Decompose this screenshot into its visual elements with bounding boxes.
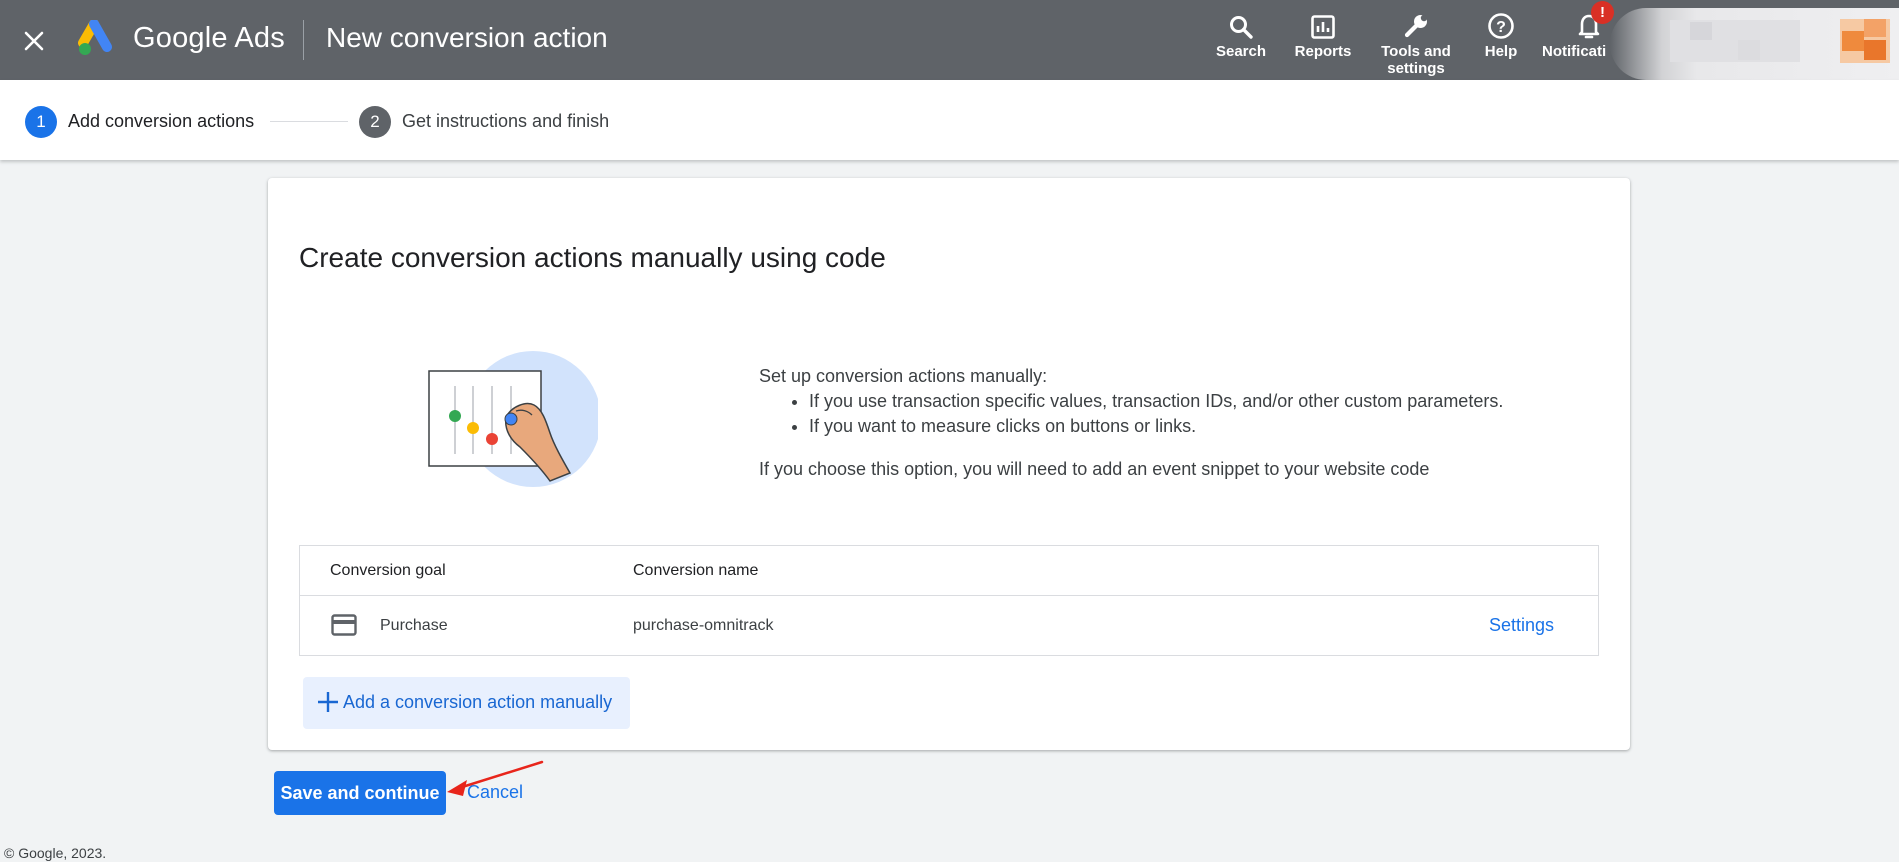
search-icon [1210,8,1272,40]
svg-text:?: ? [1496,19,1506,36]
step-2-number: 2 [359,106,391,138]
product-name: Google Ads [133,22,285,54]
reports-label: Reports [1294,43,1352,60]
copyright: © Google, 2023. [4,845,107,861]
step-2-label: Get instructions and finish [402,111,610,131]
reports-icon [1290,8,1356,40]
conversion-actions-table: Conversion goal Conversion name Purchase… [299,545,1599,656]
search-button[interactable]: Search [1210,8,1272,60]
step-1-label: Add conversion actions [68,111,255,131]
column-header-goal: Conversion goal [330,562,446,579]
info-intro: Set up conversion actions manually: [759,366,1048,386]
close-icon[interactable] [18,25,50,57]
help-icon: ? [1478,8,1524,40]
info-bullet: If you want to measure clicks on buttons… [809,414,1559,439]
card-title: Create conversion actions manually using… [299,242,886,273]
tools-and-settings-button[interactable]: Tools and settings [1375,8,1457,77]
info-text-block: Set up conversion actions manually: If y… [759,364,1559,482]
info-note: If you choose this option, you will need… [759,459,1430,479]
step-1-number: 1 [25,106,57,138]
tools-label-line1: Tools and [1381,43,1451,60]
annotation-arrow [445,758,545,808]
step-connector [270,121,348,122]
top-app-bar: Google Ads New conversion action Search … [0,0,1899,80]
page-title: New conversion action [326,22,608,53]
table-row: Purchase purchase-omnitrack Settings [300,596,1598,656]
add-conversion-action-label: Add a conversion action manually [343,692,613,712]
conversion-name-cell: purchase-omnitrack [633,617,774,634]
column-header-name: Conversion name [633,562,759,579]
table-header: Conversion goal Conversion name [300,546,1598,596]
help-label: Help [1484,43,1518,60]
info-bullet: If you use transaction specific values, … [809,389,1559,414]
account-avatar-redacted[interactable] [1610,0,1899,80]
help-button[interactable]: ? Help [1478,8,1524,60]
tools-label-line2: settings [1387,60,1445,77]
settings-link[interactable]: Settings [1489,615,1554,636]
conversion-setup-card: Create conversion actions manually using… [268,178,1630,750]
plus-icon [316,690,340,714]
header-divider [303,20,304,60]
info-bullets: If you use transaction specific values, … [809,389,1559,439]
wrench-icon [1375,8,1457,40]
stepper: 1 Add conversion actions 2 Get instructi… [0,80,1899,160]
google-ads-logo [78,19,120,58]
sliders-hand-illustration [428,351,601,491]
conversion-goal-cell: Purchase [380,617,448,634]
add-conversion-action-button[interactable]: Add a conversion action manually [303,677,630,729]
reports-button[interactable]: Reports [1290,8,1356,60]
credit-card-icon [331,614,357,636]
save-and-continue-button[interactable]: Save and continue [274,771,446,815]
search-label: Search [1215,43,1267,60]
